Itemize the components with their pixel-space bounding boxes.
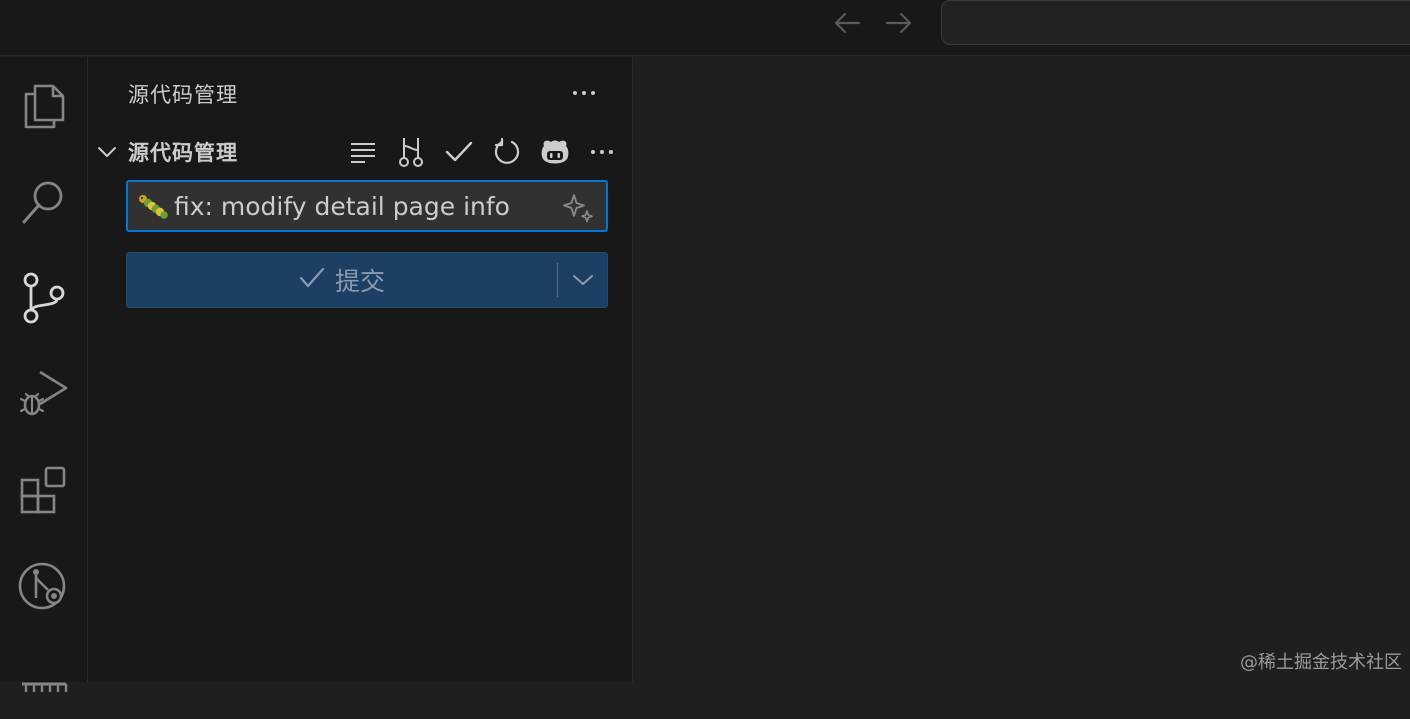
list-icon[interactable] [346, 135, 380, 169]
command-center[interactable] [941, 0, 1410, 45]
search-icon[interactable] [0, 165, 88, 239]
commit-button[interactable]: 提交 [126, 252, 608, 308]
commit-message-input[interactable]: fix: modify detail page info [126, 180, 608, 232]
sparkle-icon[interactable] [562, 193, 594, 227]
title-bar [0, 0, 1410, 56]
arrow-left-icon[interactable] [831, 10, 863, 36]
caterpillar-icon [138, 194, 168, 224]
sidebar-title: 源代码管理 [128, 83, 238, 107]
commit-message-text: fix: modify detail page info [174, 192, 510, 221]
copilot-icon[interactable] [538, 135, 572, 169]
source-control-sidebar: 源代码管理 源代码管理 fix: modify detail page info… [88, 57, 633, 682]
chevron-down-icon[interactable] [96, 141, 118, 167]
check-icon [299, 267, 325, 293]
commit-main-action[interactable]: 提交 [127, 253, 557, 307]
section-more-icon[interactable] [591, 150, 613, 154]
arrow-right-icon[interactable] [883, 10, 915, 36]
source-control-icon[interactable] [0, 261, 88, 335]
git-compare-icon[interactable] [394, 135, 428, 169]
debug-icon[interactable] [0, 357, 88, 431]
source-control-section-header[interactable]: 源代码管理 [88, 135, 633, 169]
panel-icon[interactable] [0, 645, 88, 719]
refresh-icon[interactable] [490, 135, 524, 169]
chevron-down-icon[interactable] [558, 253, 608, 307]
section-title: 源代码管理 [128, 141, 238, 165]
files-icon[interactable] [0, 68, 88, 142]
watermark: @稀土掘金技术社区 [1240, 652, 1402, 673]
check-icon[interactable] [442, 135, 476, 169]
sidebar-more-icon[interactable] [573, 91, 595, 95]
commit-button-label: 提交 [334, 267, 385, 296]
activity-bar [0, 57, 88, 692]
editor-area [633, 57, 1410, 682]
extensions-icon[interactable] [0, 453, 88, 527]
git-lens-icon[interactable] [0, 549, 88, 623]
